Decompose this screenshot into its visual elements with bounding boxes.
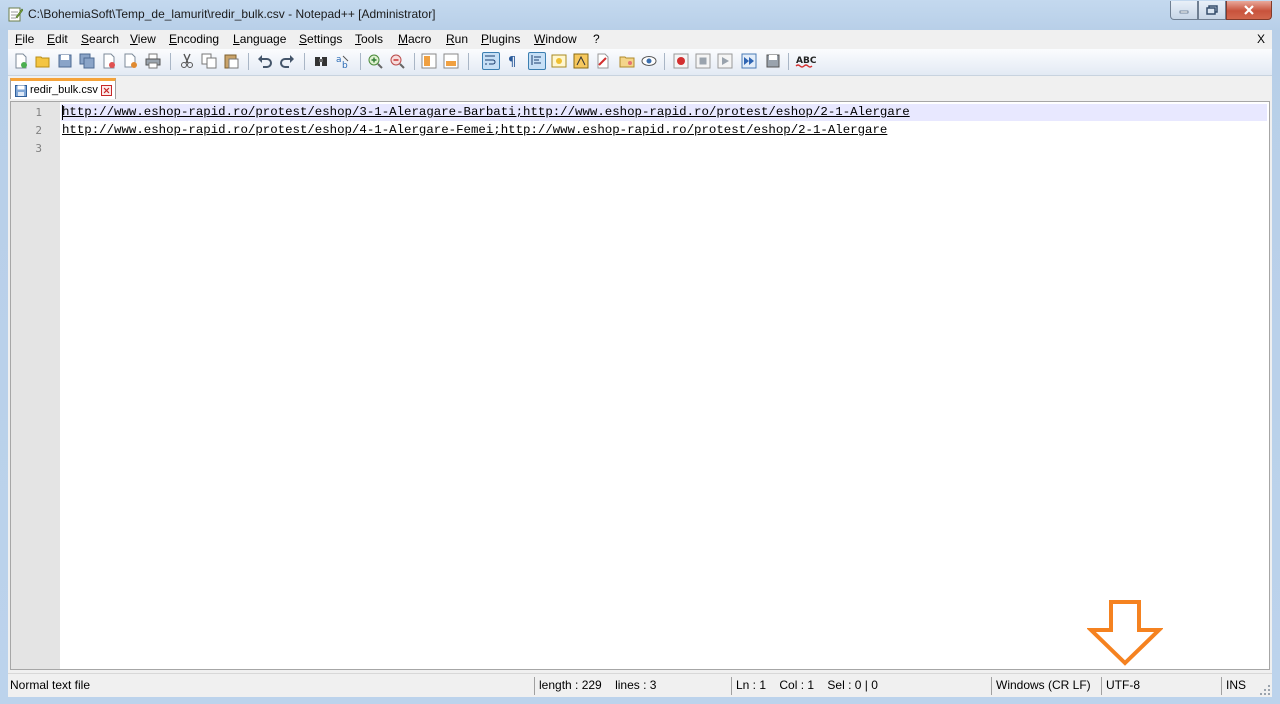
status-encoding[interactable]: UTF-8 — [1101, 677, 1221, 695]
indent-guide-icon[interactable] — [528, 52, 546, 70]
close-document-button[interactable]: X — [1257, 32, 1265, 46]
line-number: 3 — [35, 142, 42, 155]
svg-text:a: a — [336, 55, 342, 65]
paste-icon[interactable] — [222, 52, 240, 70]
svg-text:b: b — [342, 61, 348, 69]
menu-file[interactable]: File — [15, 32, 34, 46]
editor-pane[interactable]: 1 2 3 http://www.eshop-rapid.ro/protest/… — [10, 101, 1270, 670]
restore-icon — [1206, 5, 1218, 15]
line-number: 2 — [35, 124, 42, 137]
menu-help[interactable]: ? — [593, 32, 600, 46]
menu-encoding[interactable]: Encoding — [169, 32, 219, 46]
line-number-margin: 1 2 3 — [11, 102, 60, 669]
window-title: C:\BohemiaSoft\Temp_de_lamurit\redir_bul… — [28, 7, 436, 21]
toolbar-separator — [788, 53, 789, 70]
menu-search[interactable]: Search — [81, 32, 119, 46]
svg-text:¶: ¶ — [508, 55, 516, 69]
caption-buttons — [1170, 1, 1272, 21]
annotation-arrow-icon — [1087, 600, 1163, 666]
record-macro-icon[interactable] — [672, 52, 690, 70]
status-bar: Normal text file length : 229 lines : 3 … — [8, 673, 1272, 697]
menu-bar: File Edit Search View Encoding Language … — [8, 30, 1272, 49]
menu-run[interactable]: Run — [446, 32, 468, 46]
find-icon[interactable] — [312, 52, 330, 70]
doc-map-icon[interactable] — [594, 52, 612, 70]
close-window-button[interactable] — [1226, 1, 1272, 20]
menu-plugins[interactable]: Plugins — [481, 32, 520, 46]
toolbar-separator — [414, 53, 415, 70]
new-file-icon[interactable] — [12, 52, 30, 70]
menu-window[interactable]: Window — [534, 32, 577, 46]
status-length: length : 229 — [539, 678, 602, 692]
user-defined-language-icon[interactable] — [550, 52, 568, 70]
menu-settings[interactable]: Settings — [299, 32, 342, 46]
saved-file-icon — [15, 85, 27, 97]
folder-workspace-icon[interactable] — [618, 52, 636, 70]
show-all-chars-icon[interactable]: ¶ — [504, 52, 522, 70]
text-caret — [62, 105, 63, 120]
spell-check-icon[interactable]: ABC — [795, 52, 817, 70]
word-wrap-icon[interactable] — [482, 52, 500, 70]
line-number: 1 — [35, 106, 42, 119]
menu-macro[interactable]: Macro — [398, 32, 431, 46]
menu-language[interactable]: Language — [233, 32, 286, 46]
toolbar-separator — [248, 53, 249, 70]
zoom-in-icon[interactable] — [366, 52, 384, 70]
code-line[interactable]: http://www.eshop-rapid.ro/protest/eshop/… — [62, 105, 910, 119]
client-area: File Edit Search View Encoding Language … — [8, 30, 1272, 697]
save-icon[interactable] — [56, 52, 74, 70]
toolbar: ab ¶ ABC — [8, 49, 1272, 76]
minimize-button[interactable] — [1170, 1, 1198, 20]
title-bar[interactable]: C:\BohemiaSoft\Temp_de_lamurit\redir_bul… — [0, 0, 1280, 30]
status-eol[interactable]: Windows (CR LF) — [991, 677, 1101, 695]
sync-horizontal-icon[interactable] — [442, 52, 460, 70]
status-lines: lines : 3 — [615, 678, 657, 692]
run-macro-multiple-icon[interactable] — [740, 52, 758, 70]
status-sel: Sel : 0 | 0 — [827, 678, 878, 692]
save-macro-icon[interactable] — [764, 52, 782, 70]
tab-bar: redir_bulk.csv — [8, 76, 1272, 100]
status-col: Col : 1 — [779, 678, 815, 692]
close-icon — [1244, 5, 1254, 15]
redo-icon[interactable] — [278, 52, 296, 70]
menu-view[interactable]: View — [130, 32, 156, 46]
tab-label: redir_bulk.csv — [30, 84, 98, 96]
notepadpp-window: C:\BohemiaSoft\Temp_de_lamurit\redir_bul… — [0, 0, 1280, 704]
save-all-icon[interactable] — [78, 52, 96, 70]
undo-icon[interactable] — [256, 52, 274, 70]
cut-icon[interactable] — [178, 52, 196, 70]
fold-margin — [60, 102, 61, 669]
monitor-icon[interactable] — [640, 52, 658, 70]
sync-vertical-icon[interactable] — [420, 52, 438, 70]
status-position: Ln : 1 Col : 1 Sel : 0 | 0 — [731, 677, 991, 695]
replace-icon[interactable]: ab — [334, 52, 352, 70]
menu-tools[interactable]: Tools — [355, 32, 383, 46]
tab-close-icon[interactable] — [101, 85, 112, 96]
notepadpp-app-icon — [8, 7, 23, 22]
open-file-icon[interactable] — [34, 52, 52, 70]
minimize-icon — [1179, 10, 1189, 14]
toolbar-separator — [304, 53, 305, 70]
resize-grip-icon[interactable] — [1259, 684, 1271, 696]
status-ln: Ln : 1 — [736, 678, 767, 692]
maximize-button[interactable] — [1198, 1, 1226, 20]
status-file-type: Normal text file — [10, 678, 91, 692]
close-all-icon[interactable] — [122, 52, 140, 70]
toolbar-separator — [360, 53, 361, 70]
toolbar-separator — [664, 53, 665, 70]
toolbar-separator — [468, 53, 469, 70]
status-length-lines: length : 229 lines : 3 — [534, 677, 731, 695]
zoom-out-icon[interactable] — [388, 52, 406, 70]
tab-redir-bulk[interactable]: redir_bulk.csv — [10, 78, 116, 99]
function-list-icon[interactable] — [572, 52, 590, 70]
print-icon[interactable] — [144, 52, 162, 70]
code-line[interactable]: http://www.eshop-rapid.ro/protest/eshop/… — [62, 123, 887, 137]
play-macro-icon[interactable] — [716, 52, 734, 70]
copy-icon[interactable] — [200, 52, 218, 70]
close-icon[interactable] — [100, 52, 118, 70]
menu-edit[interactable]: Edit — [47, 32, 68, 46]
toolbar-separator — [170, 53, 171, 70]
stop-macro-icon[interactable] — [694, 52, 712, 70]
